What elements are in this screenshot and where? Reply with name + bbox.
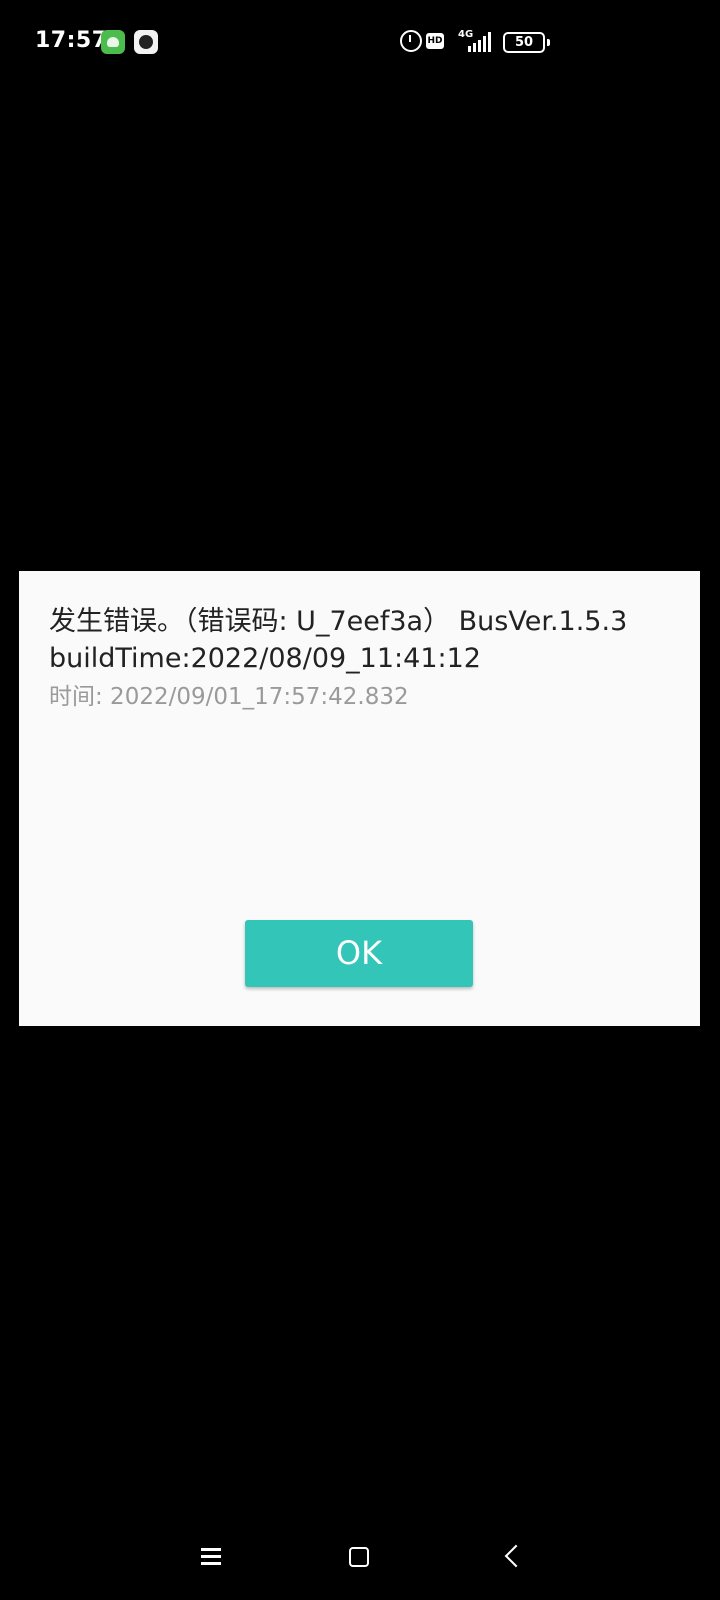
alarm-icon <box>400 30 422 52</box>
ok-button[interactable]: OK <box>245 920 473 987</box>
status-bar: 17:57 HD 4G 50 <box>0 0 720 84</box>
navigation-bar <box>0 1520 720 1600</box>
screen: 17:57 HD 4G 50 发生错误。（错误码: U_7eef3a） BusV… <box>0 0 720 1600</box>
error-message: 发生错误。（错误码: U_7eef3a） BusVer.1.5.3 buildT… <box>49 606 628 674</box>
back-icon[interactable] <box>504 1544 528 1568</box>
error-dialog: 发生错误。（错误码: U_7eef3a） BusVer.1.5.3 buildT… <box>19 571 700 1026</box>
battery-icon: 50 <box>503 32 550 53</box>
notification-app-icon <box>101 30 125 54</box>
status-time: 17:57 <box>35 28 108 53</box>
home-icon[interactable] <box>349 1547 369 1567</box>
notification-record-icon <box>134 30 158 54</box>
error-timestamp: 时间: 2022/09/01_17:57:42.832 <box>49 684 409 710</box>
menu-icon[interactable] <box>201 1548 221 1566</box>
signal-icon <box>468 32 491 52</box>
hd-icon: HD <box>426 33 444 49</box>
